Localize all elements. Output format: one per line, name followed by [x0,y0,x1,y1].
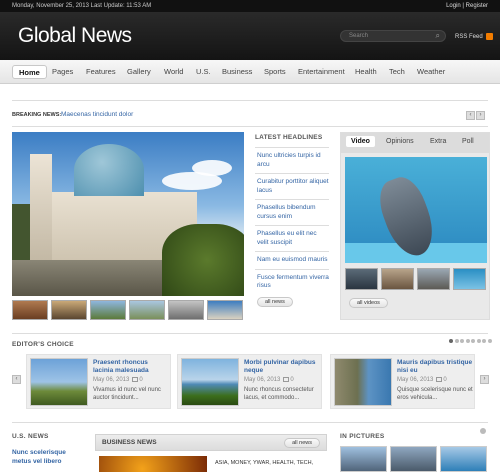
thumbnail[interactable] [453,268,486,290]
tab-video[interactable]: Video [346,136,375,147]
card-excerpt: Nunc rhoncus consectetur lacus, et commo… [244,387,314,401]
card-meta: May 06, 2013 0 [244,377,294,384]
headline-link[interactable]: Phasellus bibendum cursus enim [255,199,329,225]
card-excerpt: Quisque scelerisque nunc et eros vehicul… [397,387,473,401]
search-placeholder: Search [349,33,369,39]
site-header: Global News Search ⌕ RSS Feed [0,12,500,60]
card-meta: May 06, 2013 0 [397,377,447,384]
comment-icon [436,377,443,382]
divider [12,126,488,127]
divider [12,333,488,334]
all-news-button[interactable]: all news [284,438,320,448]
chevron-left-icon[interactable]: ‹ [466,111,475,120]
nav-entertainment[interactable]: Entertainment [292,65,351,79]
video-widget: Video Opinions Extra Poll all videos [340,132,490,320]
card-title[interactable]: Praesent rhoncus lacinia malesuada [93,359,169,375]
thumbnail[interactable] [168,300,204,320]
rss-feed-link[interactable]: RSS Feed [455,33,494,41]
editors-choice-title: EDITOR'S CHOICE [12,341,74,348]
thumbnail[interactable] [340,446,387,472]
thumbnail[interactable] [345,268,378,290]
business-tags[interactable]: ASIA, MONEY, YWAR, HEALTH, TECH, [215,460,313,466]
in-pictures-title: IN PICTURES [340,433,385,440]
carousel-dots [449,339,492,343]
nav-health[interactable]: Health [349,65,383,79]
latest-headlines-title: LATEST HEADLINES [255,134,323,141]
tab-opinions[interactable]: Opinions [381,136,419,147]
chevron-right-icon[interactable]: › [476,111,485,120]
card-excerpt: Vivamus id nunc vel nunc auctor tincidun… [93,387,161,401]
divider [12,422,488,423]
nav-weather[interactable]: Weather [411,65,451,79]
card-image[interactable] [30,358,88,406]
nav-us[interactable]: U.S. [190,65,217,79]
thumbnail[interactable] [440,446,487,472]
nav-pages[interactable]: Pages [46,65,79,79]
pictures-arrows [480,428,486,434]
thumbnail[interactable] [51,300,87,320]
chevron-right-icon[interactable]: › [480,375,489,384]
nav-sports[interactable]: Sports [258,65,292,79]
tab-poll[interactable]: Poll [457,136,479,147]
headline-link[interactable]: Curabitur porttitor aliquet lacus [255,173,329,199]
video-thumbnails [345,268,486,290]
nav-home[interactable]: Home [12,65,47,79]
all-videos-button[interactable]: all videos [349,298,388,308]
thumbnail[interactable] [381,268,414,290]
nav-tech[interactable]: Tech [383,65,411,79]
breaking-news-arrows: ‹ › [466,111,485,120]
divider [12,100,488,101]
rss-icon [486,33,494,40]
thumbnail[interactable] [12,300,48,320]
thumbnail[interactable] [207,300,243,320]
business-news-header: BUSINESS NEWS all news [95,434,327,451]
editors-choice-card[interactable]: Morbi pulvinar dapibus neque May 06, 201… [177,354,322,409]
us-news-title: U.S. NEWS [12,433,49,440]
headline-link[interactable]: Nam eu euismod mauris [255,251,329,269]
video-tabs: Video Opinions Extra Poll [341,133,489,153]
business-news-image[interactable] [99,456,207,472]
date-text: Monday, November 25, 2013 Last Update: 1… [12,3,152,9]
top-bar: Monday, November 25, 2013 Last Update: 1… [0,0,500,12]
comment-icon [132,377,139,382]
pagination-dot[interactable] [480,428,486,434]
nav-features[interactable]: Features [80,65,122,79]
thumbnail[interactable] [129,300,165,320]
login-register-link[interactable]: Login | Register [446,0,488,12]
headline-link[interactable]: Phasellus eu elit nec velit suscipit [255,225,329,251]
headline-link[interactable]: Fusce fermentum viverra risus [255,268,329,295]
main-nav: Home Pages Features Gallery World U.S. B… [0,60,500,84]
featured-image[interactable] [12,132,244,296]
rss-label: RSS Feed [455,34,483,41]
latest-headlines: LATEST HEADLINES Nunc ultricies turpis i… [255,134,329,307]
search-input[interactable]: Search ⌕ [340,30,446,42]
comment-icon [283,377,290,382]
card-image[interactable] [334,358,392,406]
chevron-left-icon[interactable]: ‹ [12,375,21,384]
card-title[interactable]: Mauris dapibus tristique nisi eu [397,359,473,375]
in-pictures-thumbnails [340,446,487,472]
business-news-title: BUSINESS NEWS [102,439,157,446]
featured-thumbnails [12,300,243,320]
breaking-news-label: BREAKING NEWS: [12,112,62,118]
nav-world[interactable]: World [158,65,189,79]
headline-link[interactable]: Nunc ultricies turpis id arcu [255,147,329,173]
editors-choice-card[interactable]: Mauris dapibus tristique nisi eu May 06,… [330,354,475,409]
us-news-link[interactable]: Nunc scelerisque metus vel libero [12,448,82,466]
card-meta: May 06, 2013 0 [93,377,143,384]
video-player[interactable] [345,157,487,263]
nav-gallery[interactable]: Gallery [121,65,157,79]
breaking-news-headline[interactable]: Maecenas tincidunt dolor [61,111,133,118]
site-logo[interactable]: Global News [18,24,132,48]
thumbnail[interactable] [390,446,437,472]
card-image[interactable] [181,358,239,406]
tab-extra[interactable]: Extra [425,136,451,147]
nav-business[interactable]: Business [216,65,258,79]
all-news-button[interactable]: all news [257,296,293,307]
editors-choice-card[interactable]: Praesent rhoncus lacinia malesuada May 0… [26,354,171,409]
search-icon[interactable]: ⌕ [436,30,440,41]
thumbnail[interactable] [417,268,450,290]
thumbnail[interactable] [90,300,126,320]
card-title[interactable]: Morbi pulvinar dapibus neque [244,359,320,375]
